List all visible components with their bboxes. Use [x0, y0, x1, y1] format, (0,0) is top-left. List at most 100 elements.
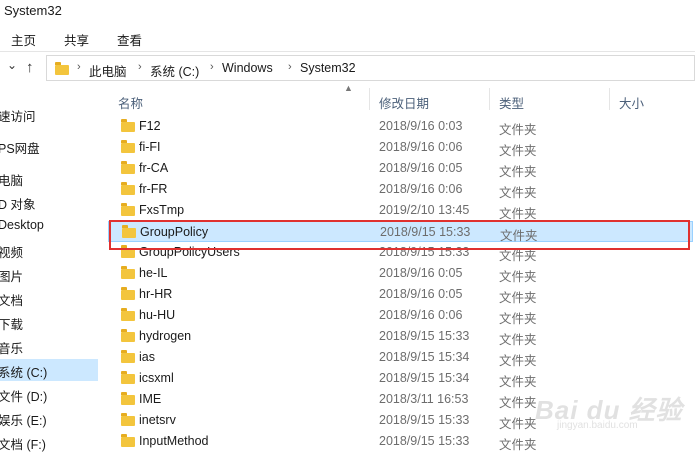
- file-row[interactable]: GroupPolicy 2018/9/15 15:33 文件夹: [108, 221, 693, 243]
- file-row[interactable]: icsxml 2018/9/15 15:34 文件夹: [108, 368, 693, 389]
- file-date: 2018/9/16 0:06: [379, 308, 463, 322]
- breadcrumb-this-pc[interactable]: 此电脑: [89, 61, 127, 80]
- breadcrumb-drive-c[interactable]: 系统 (C:): [150, 61, 199, 80]
- file-type: 文件夹: [499, 312, 537, 326]
- file-date: 2018/9/16 0:05: [379, 161, 463, 175]
- nav-item-drive-c[interactable]: 系统 (C:): [0, 359, 98, 381]
- file-row[interactable]: hr-HR 2018/9/16 0:05 文件夹: [108, 284, 693, 305]
- nav-item-drive-e[interactable]: 娱乐 (E:): [0, 407, 98, 429]
- file-type: 文件夹: [499, 438, 537, 452]
- file-type: 文件夹: [499, 249, 537, 263]
- nav-item-documents[interactable]: 文档: [0, 287, 98, 309]
- recent-locations-chevron-icon[interactable]: ⌄: [7, 58, 17, 72]
- column-header: ▲ 名称 修改日期 类型 大小: [108, 83, 695, 114]
- file-type: 文件夹: [499, 375, 537, 389]
- column-header-date[interactable]: 修改日期: [369, 86, 489, 114]
- nav-item-label: 视频: [0, 246, 24, 260]
- nav-item-videos[interactable]: 视频: [0, 239, 98, 261]
- nav-item-desktop[interactable]: Desktop: [0, 215, 98, 237]
- nav-item-label: 音乐: [0, 342, 24, 356]
- folder-icon: [121, 203, 135, 216]
- nav-item-label: 图片: [0, 270, 24, 284]
- file-date: 2018/9/16 0:03: [379, 119, 463, 133]
- folder-icon: [121, 182, 135, 195]
- folder-icon: [121, 350, 135, 363]
- file-name: IME: [139, 392, 162, 406]
- folder-icon: [121, 308, 135, 321]
- file-date: 2018/9/16 0:05: [379, 287, 463, 301]
- nav-item-wps-cloud[interactable]: PS网盘: [0, 135, 98, 157]
- nav-item-drive-d[interactable]: 文件 (D:): [0, 383, 98, 405]
- folder-icon: [121, 245, 135, 258]
- file-name: fr-CA: [139, 161, 169, 175]
- file-name: hu-HU: [139, 308, 176, 322]
- nav-item-music[interactable]: 音乐: [0, 335, 98, 357]
- file-name: GroupPolicyUsers: [139, 245, 240, 259]
- file-row[interactable]: fr-CA 2018/9/16 0:05 文件夹: [108, 158, 693, 179]
- nav-item-label: 下载: [0, 318, 24, 332]
- nav-item-quick-access[interactable]: 速访问: [0, 103, 98, 125]
- file-row[interactable]: hu-HU 2018/9/16 0:06 文件夹: [108, 305, 693, 326]
- breadcrumb-system32[interactable]: System32: [300, 61, 356, 75]
- file-row[interactable]: F12 2018/9/16 0:03 文件夹: [108, 116, 693, 137]
- folder-icon: [121, 140, 135, 153]
- file-list-scrollbar[interactable]: [99, 86, 107, 449]
- file-row[interactable]: he-IL 2018/9/16 0:05 文件夹: [108, 263, 693, 284]
- nav-item-label: 电脑: [0, 174, 24, 188]
- window-title: System32: [4, 3, 62, 18]
- file-date: 2018/9/15 15:33: [379, 245, 470, 259]
- column-header-name[interactable]: 名称: [108, 86, 369, 114]
- file-type: 文件夹: [499, 333, 537, 347]
- file-name: InputMethod: [139, 434, 209, 448]
- column-header-type[interactable]: 类型: [489, 86, 609, 114]
- folder-icon: [55, 62, 69, 75]
- column-header-size[interactable]: 大小: [609, 86, 695, 114]
- nav-item-drive-f[interactable]: 文档 (F:): [0, 431, 98, 453]
- folder-icon: [121, 119, 135, 132]
- file-date: 2018/9/15 15:33: [380, 225, 471, 239]
- folder-icon: [121, 392, 135, 405]
- file-type: 文件夹: [499, 417, 537, 431]
- file-date: 2018/9/16 0:06: [379, 140, 463, 154]
- file-date: 2018/9/15 15:33: [379, 329, 470, 343]
- folder-icon: [121, 287, 135, 300]
- file-row[interactable]: GroupPolicyUsers 2018/9/15 15:33 文件夹: [108, 242, 693, 263]
- nav-item-3d-objects[interactable]: D 对象: [0, 191, 98, 213]
- tab-view[interactable]: 查看: [117, 30, 142, 49]
- up-arrow-icon[interactable]: ↑: [26, 59, 34, 76]
- nav-item-this-pc[interactable]: 电脑: [0, 167, 98, 189]
- breadcrumb-windows[interactable]: Windows: [222, 61, 273, 75]
- file-date: 2018/9/15 15:33: [379, 434, 470, 448]
- breadcrumb-separator: ›: [288, 61, 292, 73]
- nav-item-label: 系统 (C:): [0, 366, 48, 380]
- breadcrumb-separator: ›: [77, 61, 81, 73]
- file-name: fi-FI: [139, 140, 161, 154]
- file-name: fr-FR: [139, 182, 168, 196]
- file-row[interactable]: fr-FR 2018/9/16 0:06 文件夹: [108, 179, 693, 200]
- file-name: F12: [139, 119, 161, 133]
- file-name: GroupPolicy: [140, 225, 209, 239]
- nav-item-downloads[interactable]: 下载: [0, 311, 98, 333]
- tab-home[interactable]: 主页: [11, 30, 36, 49]
- file-date: 2018/9/15 15:33: [379, 413, 470, 427]
- file-name: hydrogen: [139, 329, 192, 343]
- file-row[interactable]: ias 2018/9/15 15:34 文件夹: [108, 347, 693, 368]
- nav-item-label: 文档 (F:): [0, 438, 46, 452]
- nav-item-label: 娱乐 (E:): [0, 414, 47, 428]
- file-row[interactable]: FxsTmp 2019/2/10 13:45 文件夹: [108, 200, 693, 221]
- tab-share[interactable]: 共享: [64, 30, 89, 49]
- address-bar[interactable]: › 此电脑 › 系统 (C:) › Windows › System32: [46, 55, 695, 81]
- folder-icon: [121, 329, 135, 342]
- folder-icon: [121, 266, 135, 279]
- nav-item-pictures[interactable]: 图片: [0, 263, 98, 285]
- file-type: 文件夹: [499, 186, 537, 200]
- file-name: he-IL: [139, 266, 168, 280]
- breadcrumb-separator: ›: [138, 61, 142, 73]
- file-date: 2018/9/15 15:34: [379, 371, 470, 385]
- file-type: 文件夹: [499, 144, 537, 158]
- file-row[interactable]: fi-FI 2018/9/16 0:06 文件夹: [108, 137, 693, 158]
- file-date: 2018/3/11 16:53: [379, 392, 469, 406]
- nav-item-label: PS网盘: [0, 142, 40, 156]
- file-row[interactable]: hydrogen 2018/9/15 15:33 文件夹: [108, 326, 693, 347]
- file-name: FxsTmp: [139, 203, 185, 217]
